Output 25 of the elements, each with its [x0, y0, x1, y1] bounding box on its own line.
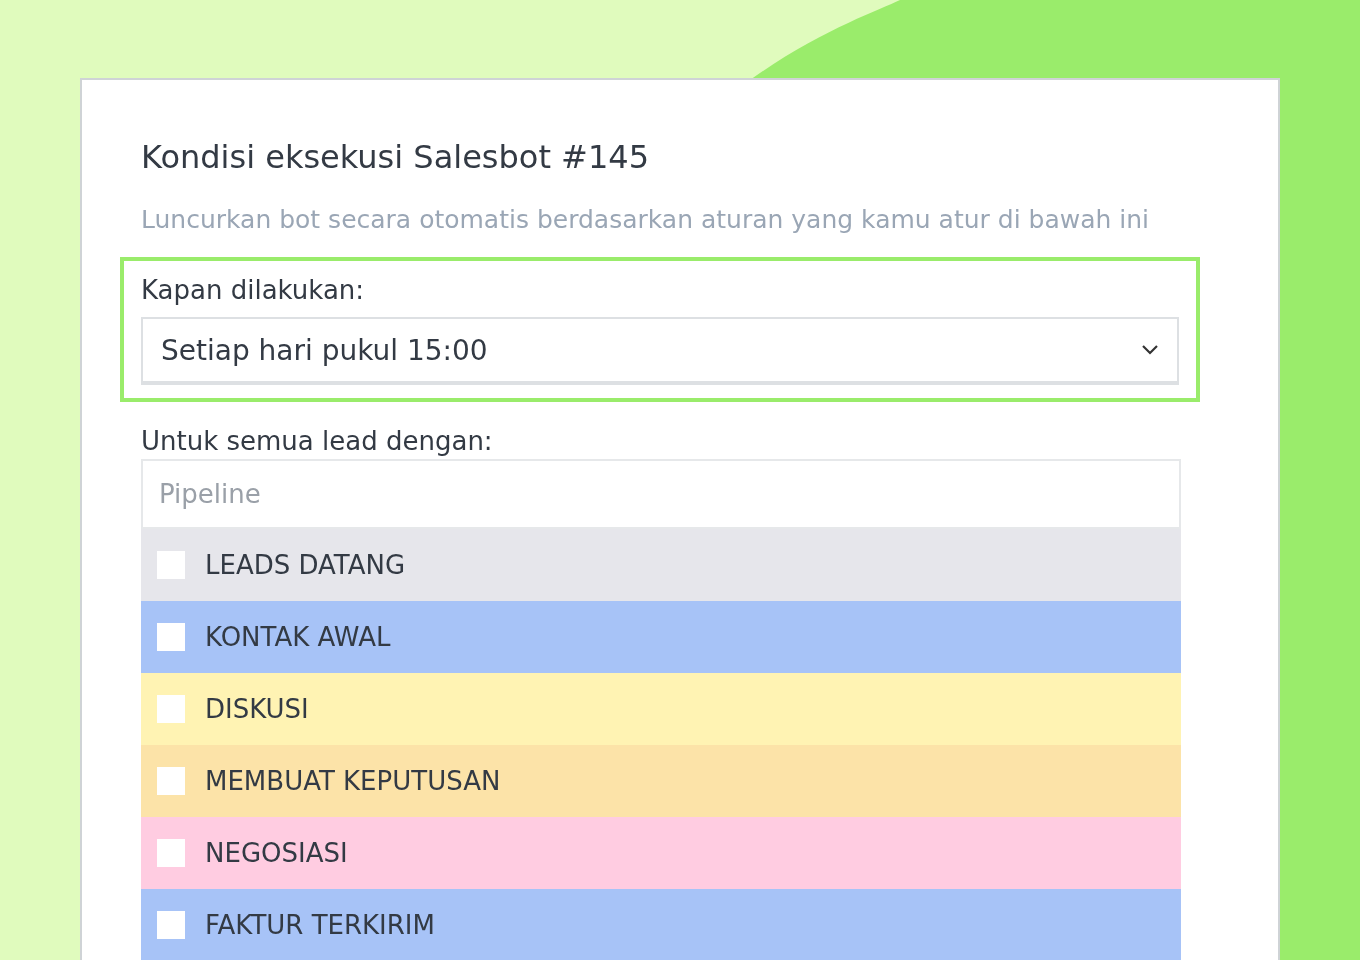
checkbox[interactable] [157, 839, 185, 867]
pipeline-stage-row[interactable]: DISKUSI [141, 673, 1181, 745]
stage-label: KONTAK AWAL [205, 622, 391, 652]
dialog-title: Kondisi eksekusi Salesbot #145 [141, 137, 650, 177]
pipeline-stage-row[interactable]: MEMBUAT KEPUTUSAN [141, 745, 1181, 817]
schedule-label: Kapan dilakukan: [141, 274, 366, 307]
pipeline-stage-row[interactable]: NEGOSIASI [141, 817, 1181, 889]
schedule-dropdown[interactable]: Setiap hari pukul 15:00 [141, 317, 1179, 385]
stage-label: LEADS DATANG [205, 550, 406, 580]
stage-label: FAKTUR TERKIRIM [205, 910, 435, 940]
subtitle: Luncurkan bot secara otomatis berdasarkan aturan yang kamu atur di bawah ini [141, 204, 1151, 236]
pipeline-stage-row[interactable]: LEADS DATANG [141, 529, 1181, 601]
pipeline-input-field[interactable]: Pipeline [141, 459, 1181, 529]
checkbox[interactable] [157, 911, 185, 939]
pipeline-stage-row[interactable]: KONTAK AWAL [141, 601, 1181, 673]
stage-label: MEMBUAT KEPUTUSAN [205, 766, 501, 796]
checkbox[interactable] [157, 767, 185, 795]
checkbox[interactable] [157, 623, 185, 651]
checkbox[interactable] [157, 551, 185, 579]
pipeline-stage-row[interactable]: FAKTUR TERKIRIM [141, 889, 1181, 960]
chevron-down-icon [1141, 344, 1159, 356]
filter-label: Untuk semua lead dengan: [141, 425, 494, 458]
stage-label: NEGOSIASI [205, 838, 348, 868]
stage-label: DISKUSI [205, 694, 309, 724]
checkbox[interactable] [157, 695, 185, 723]
